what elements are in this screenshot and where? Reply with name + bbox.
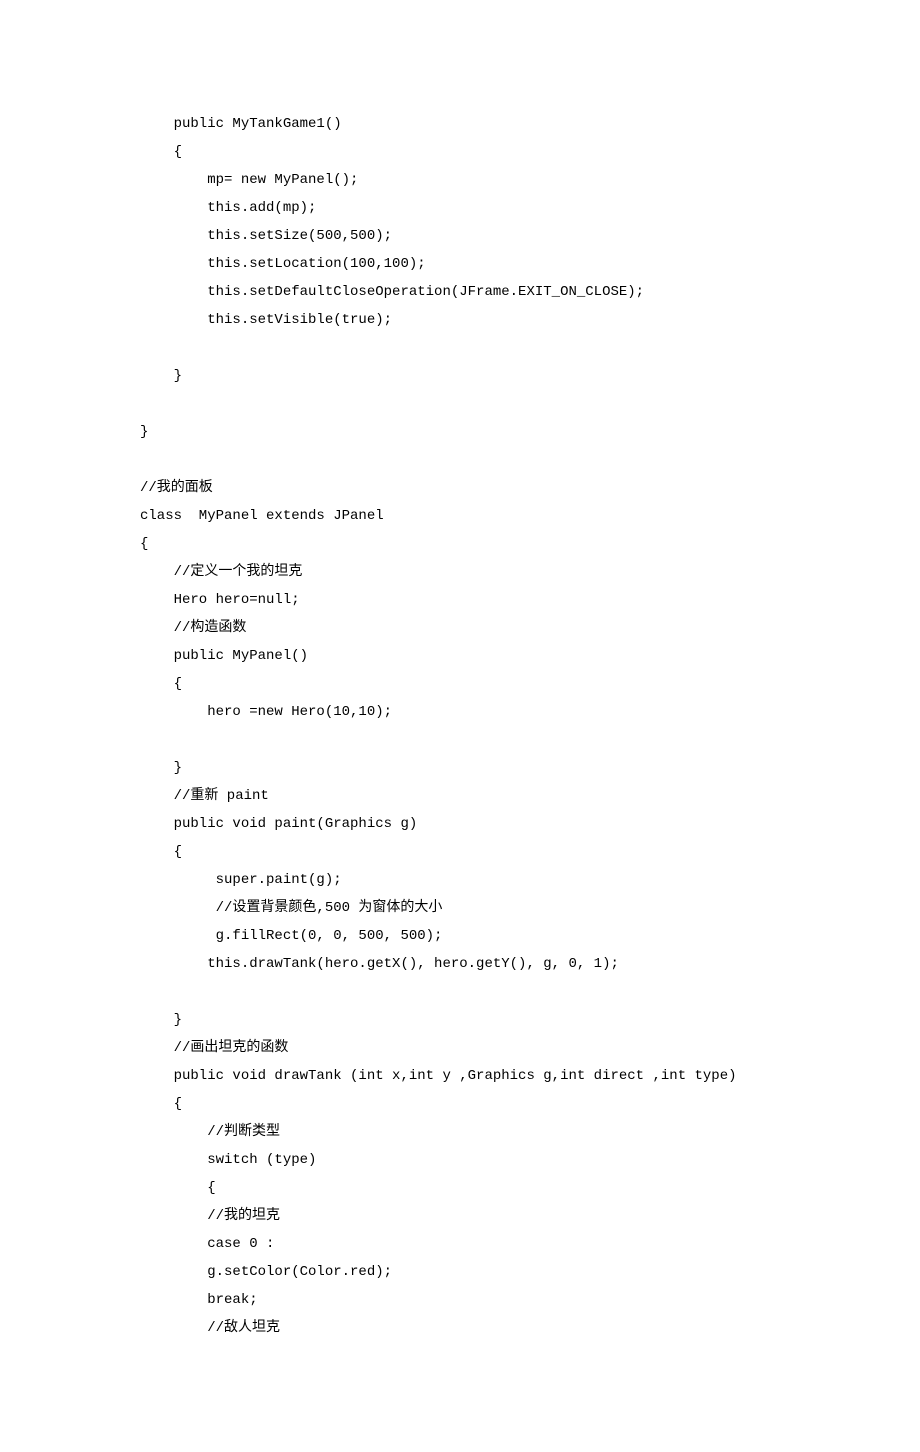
- code-line: //重新 paint: [140, 782, 780, 810]
- code-line: this.setVisible(true);: [140, 306, 780, 334]
- code-line: {: [140, 1090, 780, 1118]
- code-line: {: [140, 138, 780, 166]
- code-line: case 0 :: [140, 1230, 780, 1258]
- code-line: }: [140, 418, 780, 446]
- code-line: {: [140, 838, 780, 866]
- code-line: super.paint(g);: [140, 866, 780, 894]
- code-line: {: [140, 670, 780, 698]
- code-line: //敌人坦克: [140, 1314, 780, 1342]
- document-page: public MyTankGame1() { mp= new MyPanel()…: [0, 0, 920, 1452]
- code-line: this.setDefaultCloseOperation(JFrame.EXI…: [140, 278, 780, 306]
- code-line: }: [140, 754, 780, 782]
- code-line: hero =new Hero(10,10);: [140, 698, 780, 726]
- code-line: g.setColor(Color.red);: [140, 1258, 780, 1286]
- code-line: //定义一个我的坦克: [140, 558, 780, 586]
- code-line: {: [140, 530, 780, 558]
- code-line: class MyPanel extends JPanel: [140, 502, 780, 530]
- code-line: [140, 390, 780, 418]
- code-line: public void paint(Graphics g): [140, 810, 780, 838]
- code-line: this.setSize(500,500);: [140, 222, 780, 250]
- code-line: this.setLocation(100,100);: [140, 250, 780, 278]
- code-line: //我的面板: [140, 474, 780, 502]
- code-line: //我的坦克: [140, 1202, 780, 1230]
- code-line: mp= new MyPanel();: [140, 166, 780, 194]
- code-line: //设置背景颜色,500 为窗体的大小: [140, 894, 780, 922]
- code-line: public MyTankGame1(): [140, 110, 780, 138]
- code-line: //判断类型: [140, 1118, 780, 1146]
- code-line: }: [140, 1006, 780, 1034]
- code-line: {: [140, 1174, 780, 1202]
- code-line: [140, 978, 780, 1006]
- code-line: }: [140, 362, 780, 390]
- code-line: [140, 334, 780, 362]
- code-line: public MyPanel(): [140, 642, 780, 670]
- code-line: g.fillRect(0, 0, 500, 500);: [140, 922, 780, 950]
- code-line: [140, 726, 780, 754]
- code-line: switch (type): [140, 1146, 780, 1174]
- code-line: this.drawTank(hero.getX(), hero.getY(), …: [140, 950, 780, 978]
- code-line: Hero hero=null;: [140, 586, 780, 614]
- code-line: //画出坦克的函数: [140, 1034, 780, 1062]
- code-line: break;: [140, 1286, 780, 1314]
- code-line: public void drawTank (int x,int y ,Graph…: [140, 1062, 780, 1090]
- code-line: //构造函数: [140, 614, 780, 642]
- code-line: [140, 446, 780, 474]
- code-line: this.add(mp);: [140, 194, 780, 222]
